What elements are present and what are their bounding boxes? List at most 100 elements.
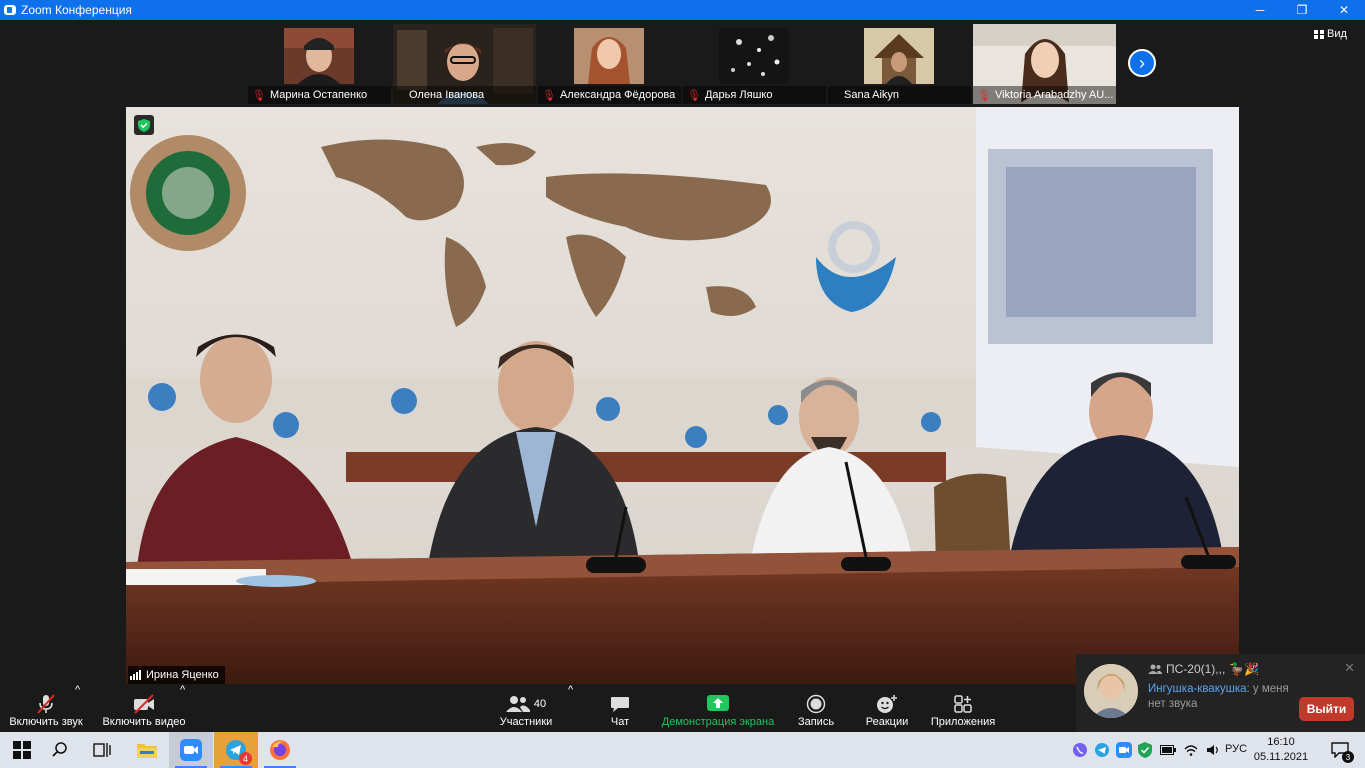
- chat-group-title: ПС-20(1),,, 🦆🎉: [1148, 662, 1259, 676]
- participant-name: Марина Остапенко: [269, 89, 368, 101]
- minimize-button[interactable]: ─: [1239, 0, 1281, 20]
- chat-group-emoji: 🦆🎉: [1229, 662, 1260, 676]
- record-label: Запись: [797, 716, 835, 728]
- participant-name-bar: 🎙 Дарья Ляшко: [683, 86, 826, 104]
- taskbar-file-explorer[interactable]: [125, 732, 169, 768]
- close-notification-button[interactable]: ✕: [1344, 660, 1355, 676]
- participant-video: [719, 28, 789, 84]
- telegram-tray-icon[interactable]: [1094, 742, 1110, 758]
- clock[interactable]: 16:10 05.11.2021: [1252, 735, 1310, 765]
- participant-name-bar: 🎙 Марина Остапенко: [248, 86, 391, 104]
- next-page-button[interactable]: ›: [1128, 49, 1156, 77]
- participants-button[interactable]: 40 Участники: [496, 684, 556, 732]
- chat-message: Ингушка-квакушка: у меня нет звука: [1148, 682, 1298, 712]
- taskbar-zoom[interactable]: [169, 732, 213, 768]
- firefox-icon: [270, 740, 290, 760]
- start-video-label: Включить видео: [102, 716, 186, 728]
- speaker-name-bar: Ирина Яценко: [128, 666, 225, 684]
- unmute-button[interactable]: Включить звук: [8, 684, 84, 732]
- folder-icon: [137, 744, 157, 758]
- action-center-button[interactable]: 3: [1318, 732, 1362, 768]
- unmute-label: Включить звук: [9, 716, 83, 728]
- chevron-right-icon: ›: [1139, 52, 1145, 73]
- active-speaker-video[interactable]: Ирина Яценко: [126, 107, 1239, 684]
- participant-video: [284, 28, 354, 84]
- view-label: Вид: [1327, 28, 1347, 40]
- reactions-button[interactable]: Реакции: [862, 684, 912, 732]
- encryption-shield-icon[interactable]: [134, 115, 154, 135]
- record-icon: [806, 692, 826, 716]
- chat-label: Чат: [610, 716, 630, 728]
- window-title: Zoom Конференция: [21, 3, 132, 17]
- video-off-icon: [132, 692, 156, 716]
- speaker-name: Ирина Яценко: [146, 669, 219, 681]
- window-titlebar: Zoom Конференция ─ ❐ ✕: [0, 0, 1365, 20]
- muted-mic-icon: 🎙: [252, 89, 266, 102]
- window-controls: ─ ❐ ✕: [1239, 0, 1365, 20]
- start-video-button[interactable]: Включить видео: [102, 684, 186, 732]
- meeting-stage: 🎙 Марина Остапенко Олена Іванова 🎙 Алекс…: [0, 20, 1365, 684]
- record-button[interactable]: Запись: [796, 684, 836, 732]
- apps-button[interactable]: Приложения: [928, 684, 998, 732]
- zoom-icon: [180, 739, 202, 761]
- battery-icon[interactable]: [1160, 745, 1176, 755]
- telegram-unread-badge: 4: [239, 752, 252, 765]
- maximize-button[interactable]: ❐: [1281, 0, 1323, 20]
- share-screen-button[interactable]: Демонстрация экрана: [660, 684, 776, 732]
- viber-icon[interactable]: [1072, 742, 1088, 758]
- participant-tile[interactable]: Олена Іванова: [393, 24, 536, 104]
- participant-name-bar: 🎙 Александра Фёдорова: [538, 86, 681, 104]
- wifi-icon[interactable]: [1184, 744, 1198, 756]
- group-icon: [1148, 664, 1162, 674]
- participant-name: Дарья Ляшко: [704, 89, 773, 101]
- grid-view-icon: [1314, 29, 1324, 39]
- sender-avatar: [1084, 664, 1138, 718]
- volume-icon[interactable]: [1206, 744, 1220, 756]
- participant-video: [864, 28, 934, 84]
- participants-count: 40: [533, 698, 547, 710]
- windows-taskbar: 4 РУС 16:10 05.11.2021 3: [0, 732, 1365, 768]
- zoom-tray-icon[interactable]: [1116, 742, 1132, 758]
- apps-label: Приложения: [930, 716, 996, 728]
- participant-thumbnails: 🎙 Марина Остапенко Олена Іванова 🎙 Алекс…: [248, 24, 1118, 104]
- leave-meeting-button[interactable]: Выйти: [1299, 697, 1354, 721]
- muted-mic-icon: 🎙: [687, 89, 701, 102]
- participant-name: Sana Aikyn: [844, 89, 900, 101]
- muted-mic-icon: 🎙: [977, 89, 991, 102]
- participant-tile[interactable]: 🎙 Viktoria Arabadzhy AU...: [973, 24, 1116, 104]
- chat-button[interactable]: Чат: [600, 684, 640, 732]
- participant-name-bar: 🎙 Viktoria Arabadzhy AU...: [973, 86, 1116, 104]
- share-screen-icon: [707, 692, 729, 716]
- participant-tile[interactable]: 🎙 Александра Фёдорова: [538, 24, 681, 104]
- audio-options-caret[interactable]: ^: [75, 684, 80, 700]
- participant-name: Олена Іванова: [409, 89, 485, 101]
- zoom-app-icon: [4, 5, 16, 15]
- participant-tile[interactable]: 🎙 Марина Остапенко: [248, 24, 391, 104]
- system-tray: [1072, 732, 1220, 768]
- chat-group-name: ПС-20(1),,,: [1166, 662, 1226, 676]
- security-shield-icon[interactable]: [1138, 742, 1152, 758]
- participant-tile[interactable]: 🎙 Дарья Ляшко: [683, 24, 826, 104]
- reaction-smiley-icon: [876, 692, 898, 716]
- video-options-caret[interactable]: ^: [180, 684, 185, 700]
- taskbar-telegram[interactable]: 4: [214, 732, 258, 768]
- chat-icon: [610, 692, 630, 716]
- reactions-label: Реакции: [865, 716, 909, 728]
- input-language[interactable]: РУС: [1225, 743, 1247, 755]
- participants-options-caret[interactable]: ^: [568, 684, 573, 700]
- participant-tile[interactable]: Sana Aikyn: [828, 24, 971, 104]
- signal-strength-icon: [130, 670, 141, 680]
- close-window-button[interactable]: ✕: [1323, 0, 1365, 20]
- muted-mic-icon: 🎙: [542, 89, 556, 102]
- chat-sender: Ингушка-квакушка:: [1148, 683, 1250, 695]
- muted-microphone-icon: [35, 692, 57, 716]
- taskbar-firefox[interactable]: [258, 732, 302, 768]
- search-button[interactable]: [38, 732, 82, 768]
- task-view-icon: [93, 743, 111, 757]
- participants-icon: 40: [505, 692, 547, 716]
- apps-icon: [954, 692, 972, 716]
- task-view-button[interactable]: [80, 732, 124, 768]
- clock-time: 16:10: [1267, 736, 1295, 748]
- view-button[interactable]: Вид: [1314, 28, 1347, 40]
- search-icon: [52, 742, 67, 757]
